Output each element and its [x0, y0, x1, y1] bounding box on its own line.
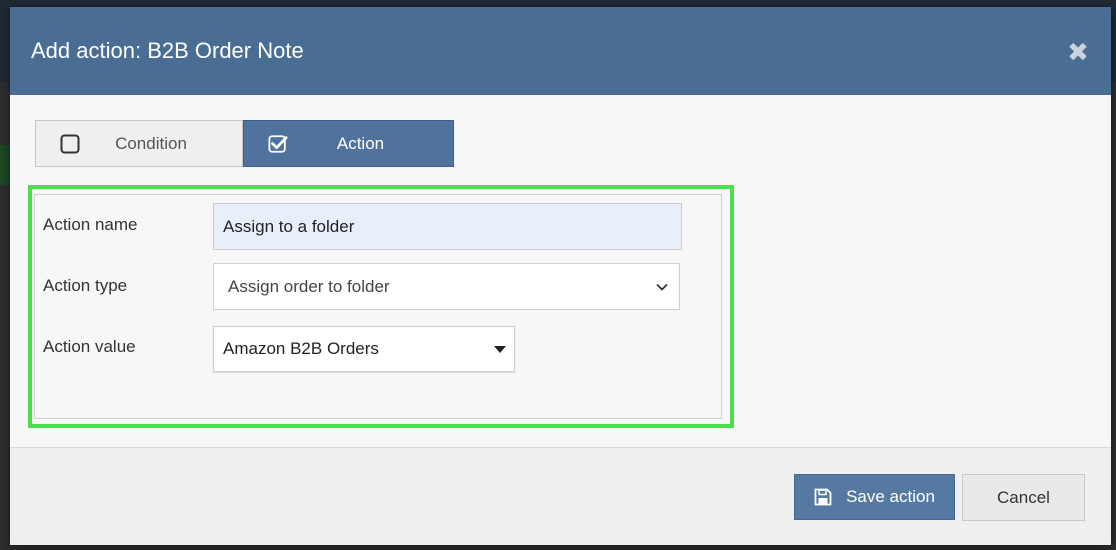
checkbox-checked-icon [268, 134, 288, 153]
save-action-label: Save action [846, 487, 935, 506]
action-name-input[interactable] [213, 203, 682, 250]
action-value-select[interactable]: Amazon B2B Orders [213, 326, 515, 372]
cancel-button[interactable]: Cancel [962, 474, 1085, 521]
tab-condition[interactable]: Condition [35, 120, 243, 167]
dialog-footer: Save action Cancel [10, 447, 1111, 545]
action-type-label: Action type [43, 276, 128, 295]
save-action-button[interactable]: Save action [794, 474, 955, 520]
add-action-dialog: Add action: B2B Order Note ✖ Condition A… [10, 7, 1111, 545]
caret-down-icon [494, 345, 506, 353]
action-value-selected: Amazon B2B Orders [223, 339, 379, 358]
dialog-header: Add action: B2B Order Note ✖ [10, 7, 1111, 95]
chevron-down-icon [656, 283, 668, 291]
close-icon[interactable]: ✖ [1065, 37, 1091, 67]
tab-action-label: Action [336, 133, 385, 153]
condition-action-tabs: Condition Action [35, 120, 454, 167]
action-type-selected: Assign order to folder [228, 276, 390, 296]
action-type-select[interactable]: Assign order to folder [213, 263, 680, 310]
checkbox-empty-icon [60, 134, 80, 153]
action-form-panel: Action name Action type Assign order to … [34, 194, 722, 419]
action-name-label: Action name [43, 215, 138, 234]
dialog-title: Add action: B2B Order Note [31, 38, 304, 63]
tab-action[interactable]: Action [243, 120, 454, 167]
tab-condition-label: Condition [115, 133, 187, 153]
cancel-label: Cancel [997, 487, 1050, 507]
floppy-disk-icon [814, 488, 832, 506]
action-value-label: Action value [43, 337, 136, 356]
